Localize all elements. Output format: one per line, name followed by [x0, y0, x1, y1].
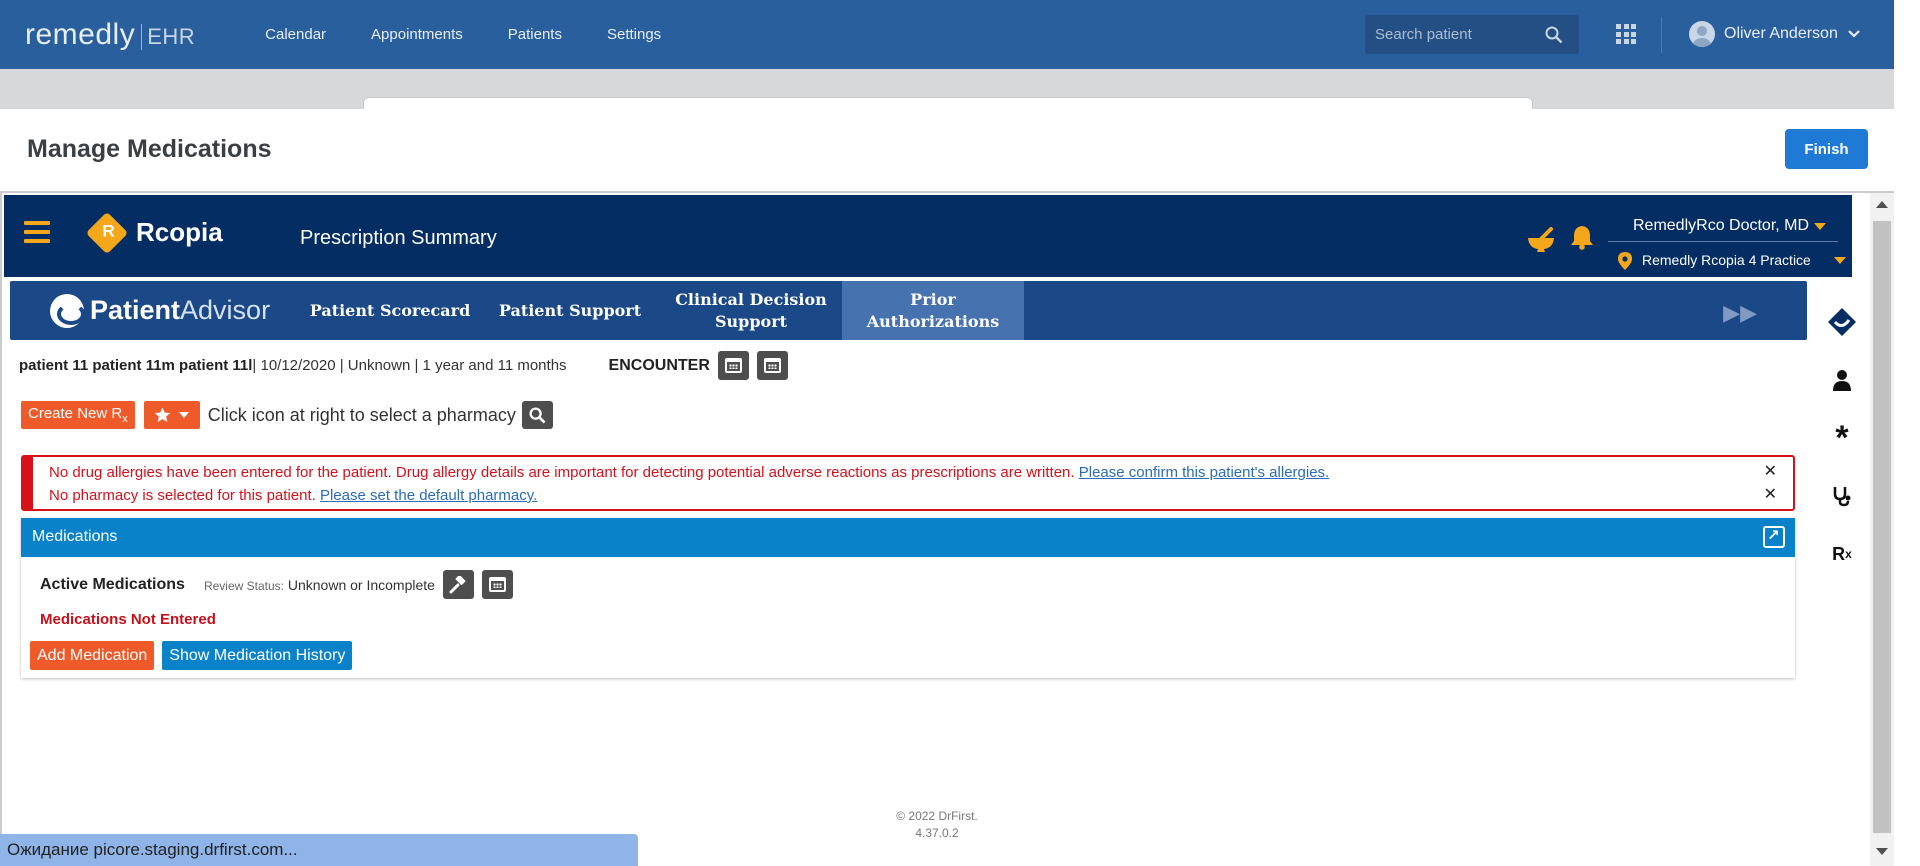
- expand-icon[interactable]: [1763, 526, 1785, 548]
- nav-patients[interactable]: Patients: [508, 26, 562, 43]
- add-medication-button[interactable]: Add Medication: [30, 641, 155, 670]
- nav-calendar[interactable]: Calendar: [265, 26, 326, 43]
- double-chevron-right-icon[interactable]: ▶▶: [1723, 300, 1757, 326]
- search-icon: [529, 406, 546, 424]
- search-icon[interactable]: [1545, 26, 1563, 44]
- caret-down-icon: [1834, 257, 1846, 264]
- mortar-pestle-icon[interactable]: [1527, 227, 1555, 253]
- close-icon[interactable]: ✕: [1764, 461, 1777, 481]
- patient-details: | 10/12/2020 | Unknown | 1 year and 11 m…: [252, 357, 567, 374]
- tab-clinical-decision-support[interactable]: Clinical Decision Support: [660, 281, 842, 340]
- patient-advisor-side-icon[interactable]: [1818, 293, 1866, 351]
- search-patient-input[interactable]: [1375, 26, 1545, 43]
- patient-advisor-logo: Patient Advisor: [50, 293, 300, 328]
- apps-grid-icon[interactable]: [1616, 24, 1636, 44]
- rx-icon[interactable]: Rx: [1818, 525, 1866, 583]
- brand-logo[interactable]: remedly EHR: [25, 18, 195, 52]
- rx-toolbar: Create New Rx Click icon at right to sel…: [21, 401, 553, 429]
- rcopia-header: Rcopia Prescription Summary RemedlyRco D…: [4, 195, 1852, 277]
- divider: [1661, 17, 1662, 53]
- tab-patient-scorecard[interactable]: Patient Scorecard: [300, 281, 480, 340]
- doctor-name: RemedlyRco Doctor, MD: [1633, 217, 1810, 234]
- doctor-select[interactable]: RemedlyRco Doctor, MD: [1608, 217, 1838, 242]
- calendar-icon: [488, 577, 506, 592]
- pharmacy-prompt: Click icon at right to select a pharmacy: [207, 404, 516, 425]
- prescription-summary-title: Prescription Summary: [300, 227, 497, 249]
- bell-icon[interactable]: [1570, 224, 1594, 250]
- nav-settings[interactable]: Settings: [607, 26, 661, 43]
- practice-name: Remedly Rcopia 4 Practice: [1642, 252, 1811, 268]
- page-scrollbar[interactable]: [1894, 0, 1920, 866]
- scroll-thumb[interactable]: [1873, 221, 1891, 833]
- review-hammer-button[interactable]: [442, 570, 474, 599]
- gavel-icon: [449, 575, 466, 593]
- user-menu[interactable]: Oliver Anderson: [1689, 21, 1861, 47]
- chevron-down-icon: [1848, 30, 1860, 38]
- active-medications-row: Active Medications Review Status: Unknow…: [40, 570, 513, 599]
- confirm-allergies-link[interactable]: Please confirm this patient's allergies.: [1079, 464, 1329, 481]
- finish-button[interactable]: Finish: [1785, 129, 1868, 169]
- tab-prior-authorizations[interactable]: Prior Authorizations: [842, 281, 1024, 340]
- pharmacy-alert: No pharmacy is selected for this patient…: [49, 487, 538, 504]
- practice-select[interactable]: Remedly Rcopia 4 Practice: [1618, 252, 1848, 270]
- patient-advisor-icon: [50, 293, 85, 328]
- avatar: [1689, 21, 1715, 47]
- copyright: © 2022 DrFirst.: [896, 809, 978, 823]
- tab-patient-support[interactable]: Patient Support: [480, 281, 660, 340]
- alert-box: No drug allergies have been entered for …: [21, 455, 1795, 511]
- set-default-pharmacy-link[interactable]: Please set the default pharmacy.: [320, 487, 537, 504]
- manage-header: Manage Medications Finish: [0, 109, 1894, 193]
- calendar-icon: [763, 358, 781, 373]
- calendar-button[interactable]: [756, 351, 788, 380]
- patient-advisor-nav: Patient Advisor Patient Scorecard Patient…: [10, 281, 1807, 340]
- review-status: Review Status: Unknown or Incomplete: [203, 576, 435, 593]
- top-navbar: remedly EHR Calendar Appointments Patien…: [0, 0, 1894, 69]
- favorites-dropdown-button[interactable]: [143, 401, 200, 429]
- rcopia-logo: Rcopia: [85, 211, 223, 254]
- medications-header: Medications: [21, 518, 1795, 557]
- location-pin-icon: [1618, 252, 1632, 270]
- caret-down-icon: [179, 412, 190, 418]
- close-icon[interactable]: ✕: [1764, 484, 1777, 504]
- show-medication-history-button[interactable]: Show Medication History: [162, 641, 353, 670]
- rcopia-frame: Rcopia Prescription Summary RemedlyRco D…: [0, 193, 1870, 866]
- stethoscope-icon[interactable]: [1818, 467, 1866, 525]
- patient-name[interactable]: patient 11 patient 11m patient 11l: [19, 357, 252, 374]
- review-calendar-button[interactable]: [481, 570, 513, 599]
- asterisk-icon[interactable]: *: [1818, 409, 1866, 467]
- encounter-label: ENCOUNTER: [608, 356, 710, 374]
- calendar-check-button[interactable]: [717, 351, 749, 380]
- pharmacy-search-button[interactable]: [521, 401, 553, 429]
- calendar-check-icon: [724, 358, 742, 373]
- allergy-alert: No drug allergies have been entered for …: [49, 464, 1330, 481]
- medication-actions: Add Medication Show Medication History: [30, 641, 353, 670]
- scroll-up-icon[interactable]: [1876, 201, 1888, 208]
- patient-search: [1365, 15, 1579, 54]
- caret-down-icon: [1814, 223, 1826, 230]
- medications-not-entered: Medications Not Entered: [40, 611, 216, 628]
- right-sidebar: * Rx: [1818, 293, 1866, 583]
- medications-panel: Medications Active Medications Review St…: [21, 518, 1795, 678]
- create-new-rx-button[interactable]: Create New Rx: [21, 401, 135, 429]
- gray-band: [0, 69, 1894, 111]
- user-name: Oliver Anderson: [1724, 25, 1838, 42]
- page-title: Manage Medications: [27, 135, 272, 163]
- hamburger-menu-icon[interactable]: [24, 221, 50, 243]
- main-nav: Calendar Appointments Patients Settings: [265, 26, 661, 43]
- frame-scrollbar[interactable]: [1870, 193, 1894, 866]
- patient-info: patient 11 patient 11m patient 11l | 10/…: [19, 351, 788, 380]
- nav-appointments[interactable]: Appointments: [371, 26, 463, 43]
- active-medications-label: Active Medications: [40, 575, 185, 593]
- scroll-down-icon[interactable]: [1876, 848, 1888, 855]
- star-icon: [154, 407, 171, 422]
- browser-status-bar: Ожидание picore.staging.drfirst.com...: [0, 834, 638, 866]
- rcopia-diamond-icon: [85, 211, 129, 254]
- person-icon[interactable]: [1818, 351, 1866, 409]
